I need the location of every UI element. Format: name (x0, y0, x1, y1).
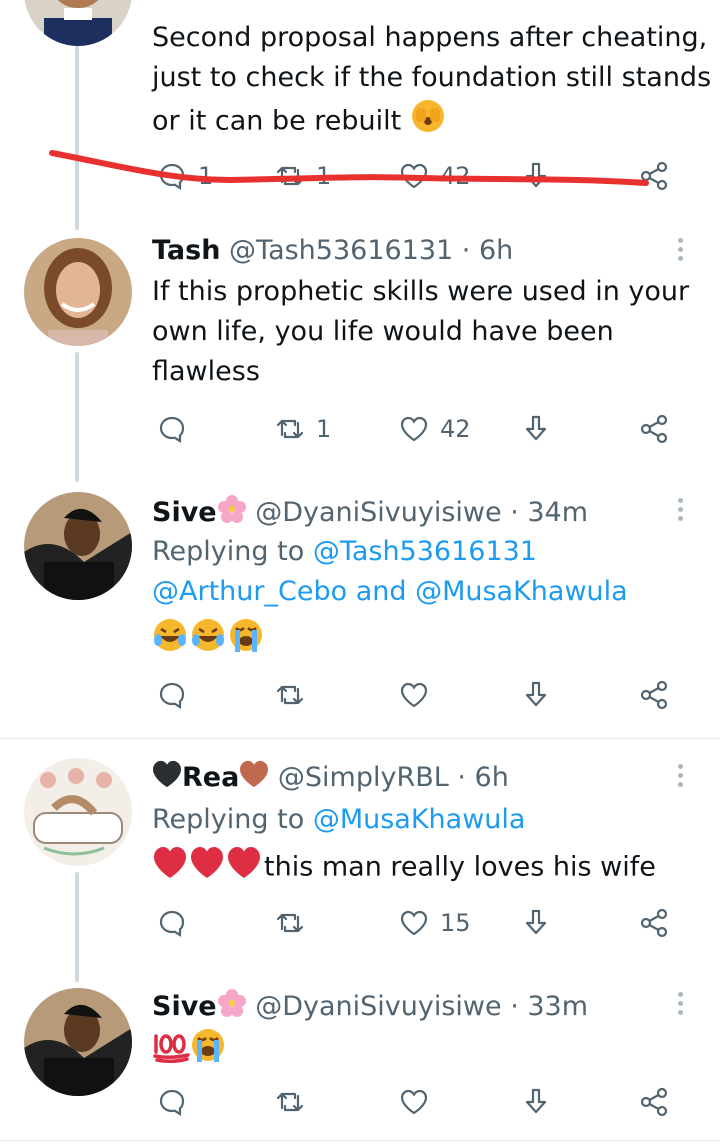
more-options-icon[interactable] (670, 988, 690, 1022)
bookmark-button[interactable] (520, 677, 552, 713)
download-icon (525, 681, 547, 707)
handle-time: @DyaniSivuyisiwe · 34m (255, 497, 589, 528)
tweet-emojis (152, 616, 712, 665)
thread-line (75, 40, 79, 230)
heart-icon (400, 416, 428, 442)
like-button[interactable]: 15 (398, 905, 471, 941)
tweet-actions: 15 (152, 905, 682, 941)
more-options-icon[interactable] (670, 494, 690, 528)
mention-link[interactable]: @Arthur_Cebo (152, 576, 347, 607)
more-options-icon[interactable] (670, 234, 690, 268)
share-button[interactable] (638, 411, 670, 447)
tweet-header: Sive @DyaniSivuyisiwe · 34m (152, 494, 588, 533)
heart-icon (400, 910, 428, 936)
retweet-button[interactable] (274, 905, 306, 941)
reply-button[interactable] (156, 411, 198, 447)
heart-icon (400, 1089, 428, 1115)
cherry-blossom-icon (217, 988, 247, 1027)
handle-time: @Tash53616131 · 6h (229, 235, 514, 266)
handle-time: @DyaniSivuyisiwe · 33m (255, 991, 589, 1022)
black-heart-icon (152, 760, 182, 797)
reply-icon (159, 416, 185, 443)
retweet-icon (276, 419, 304, 439)
share-icon (640, 1087, 668, 1117)
divider (0, 1140, 720, 1141)
share-icon (640, 680, 668, 710)
heart-icon (400, 682, 428, 708)
like-button[interactable]: 42 (398, 411, 471, 447)
red-heart-icon (152, 845, 264, 891)
download-icon (525, 1088, 547, 1114)
tweet-text: If this prophetic skills were used in yo… (152, 276, 690, 387)
tweet-actions (152, 1084, 682, 1120)
download-icon (525, 415, 547, 441)
tweet-header: Tash @Tash53616131 · 6h (152, 234, 513, 268)
download-icon (525, 909, 547, 935)
replying-to: Replying to @Tash53616131 @Arthur_Cebo a… (152, 536, 628, 607)
tweet-actions (152, 677, 682, 713)
avatar[interactable] (24, 0, 132, 46)
bookmark-button[interactable] (520, 411, 552, 447)
display-name[interactable]: Sive (152, 991, 217, 1022)
retweet-icon (276, 913, 304, 933)
tweet-text: Second proposal happens after cheating, … (152, 18, 712, 146)
peeking-face-emoji-icon (410, 98, 446, 146)
tweet-header: Sive @DyaniSivuyisiwe · 33m (152, 988, 588, 1027)
replying-to: Replying to @MusaKhawula (152, 804, 526, 835)
thread-line (75, 872, 79, 982)
tweet-header: Rea @SimplyRBL · 6h (152, 760, 509, 797)
tweet-actions: 1 42 (152, 411, 682, 447)
brown-heart-icon (239, 760, 269, 797)
retweet-button[interactable]: 1 (274, 411, 331, 447)
reply-button[interactable] (156, 905, 188, 941)
mention-link[interactable]: @MusaKhawula (313, 804, 526, 835)
mention-link[interactable]: @Tash53616131 (313, 536, 537, 567)
reply-icon (159, 1089, 185, 1116)
red-annotation-line (49, 150, 649, 186)
share-button[interactable] (638, 905, 670, 941)
bookmark-button[interactable] (520, 1084, 552, 1120)
bookmark-button[interactable] (520, 905, 552, 941)
reply-button[interactable] (156, 1084, 188, 1120)
display-name[interactable]: Rea (182, 762, 239, 793)
like-button[interactable] (398, 677, 430, 713)
reply-icon (159, 682, 185, 709)
tweet-text: this man really loves his wife (152, 845, 712, 891)
avatar-tash[interactable] (24, 238, 132, 346)
retweet-button[interactable] (274, 1084, 306, 1120)
thread-line (75, 352, 79, 482)
mention-link[interactable]: @MusaKhawula (415, 576, 628, 607)
display-name[interactable]: Tash (152, 235, 220, 266)
handle-time: @SimplyRBL · 6h (277, 762, 509, 793)
more-options-icon[interactable] (670, 760, 690, 794)
cherry-blossom-icon (217, 494, 247, 533)
divider (0, 738, 720, 739)
reply-button[interactable] (156, 677, 188, 713)
laughing-crying-emoji-icon (154, 619, 262, 652)
retweet-icon (276, 685, 304, 705)
hundred-crying-emoji-icon (153, 1029, 224, 1064)
reply-icon (159, 910, 185, 937)
avatar-sive[interactable] (24, 492, 132, 600)
avatar-sive[interactable] (24, 988, 132, 1096)
share-button[interactable] (638, 677, 670, 713)
like-button[interactable] (398, 1084, 430, 1120)
tweet-emojis (152, 1026, 712, 1076)
share-button[interactable] (638, 1084, 670, 1120)
share-icon (640, 414, 668, 444)
retweet-button[interactable] (274, 677, 306, 713)
avatar-rea[interactable] (24, 758, 132, 866)
display-name[interactable]: Sive (152, 497, 217, 528)
retweet-icon (276, 1092, 304, 1112)
share-icon (640, 908, 668, 938)
